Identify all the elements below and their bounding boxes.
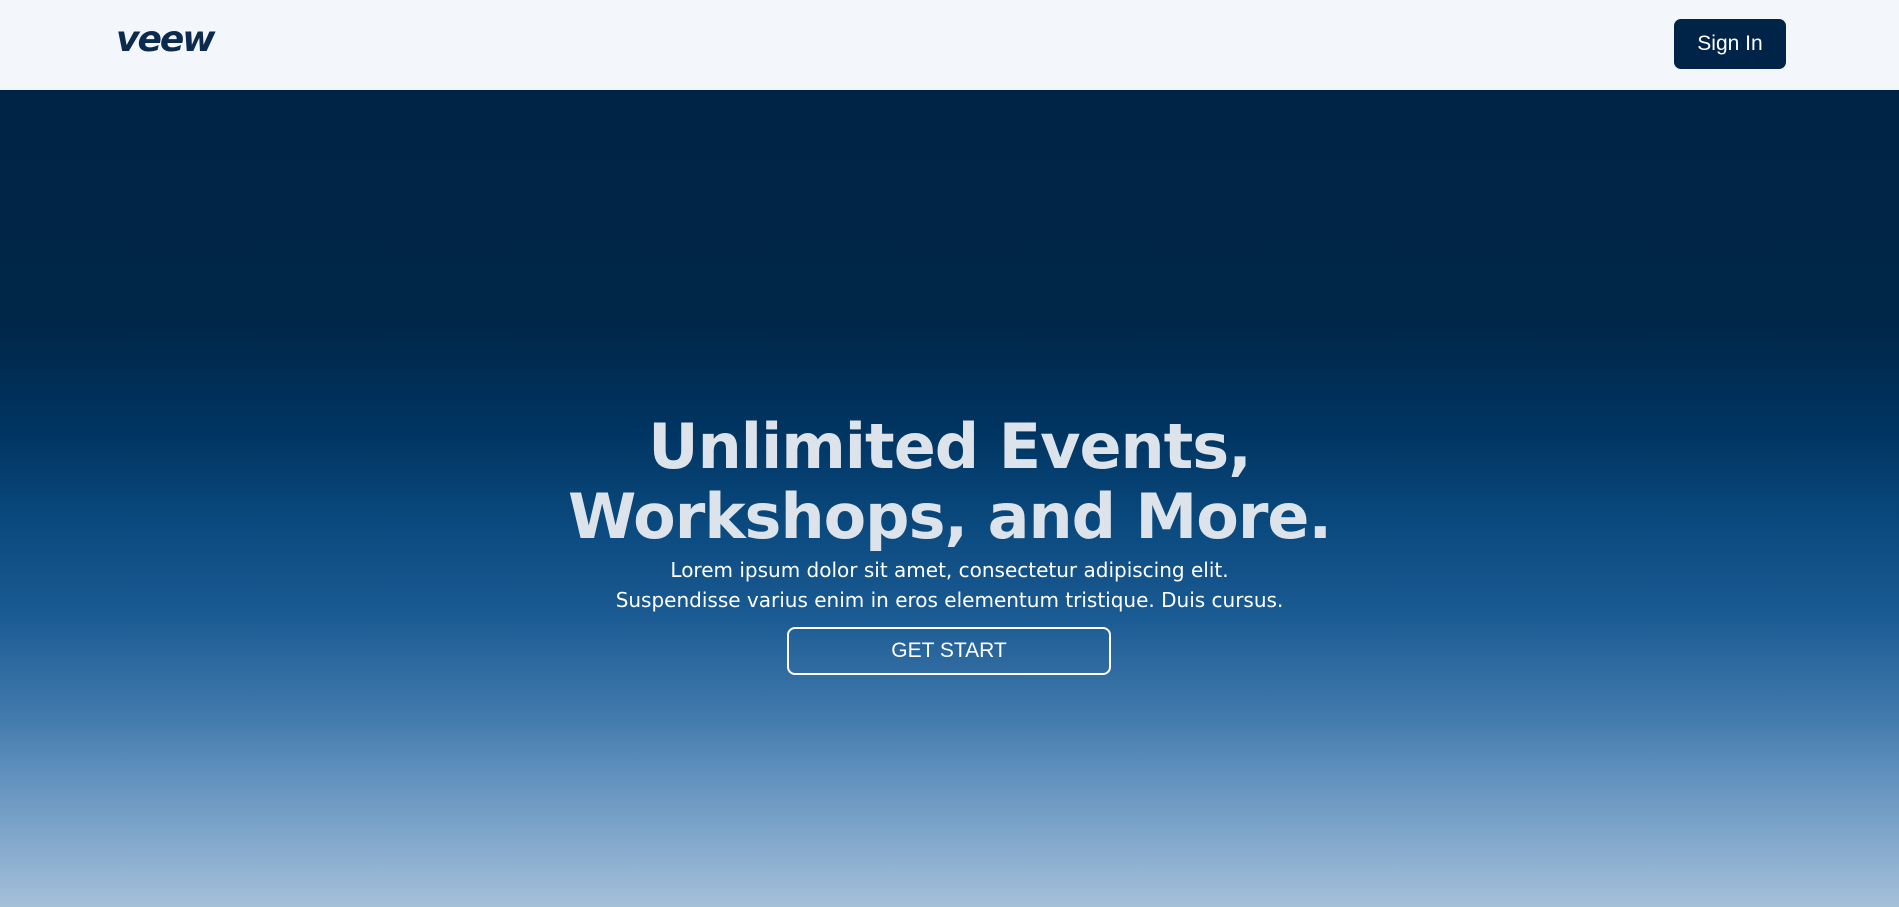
- hero-subtext-line-2: Suspendisse varius enim in eros elementu…: [615, 588, 1284, 612]
- hero-section: Unlimited Events, Workshops, and More. L…: [0, 90, 1899, 907]
- hero-subtext: Lorem ipsum dolor sit amet, consectetur …: [0, 555, 1899, 615]
- get-start-button[interactable]: GET START: [787, 627, 1111, 675]
- veew-logo[interactable]: veew: [116, 17, 216, 63]
- sign-in-button[interactable]: Sign In: [1674, 19, 1786, 69]
- hero-headline: Unlimited Events, Workshops, and More.: [0, 412, 1899, 552]
- site-header: veew Sign In: [0, 0, 1899, 90]
- hero-subtext-line-1: Lorem ipsum dolor sit amet, consectetur …: [670, 558, 1229, 582]
- hero-headline-line-2: Workshops, and More.: [567, 480, 1332, 553]
- landing-page: veew Sign In Unlimited Events, Workshops…: [0, 0, 1899, 907]
- hero-headline-line-1: Unlimited Events,: [648, 410, 1252, 483]
